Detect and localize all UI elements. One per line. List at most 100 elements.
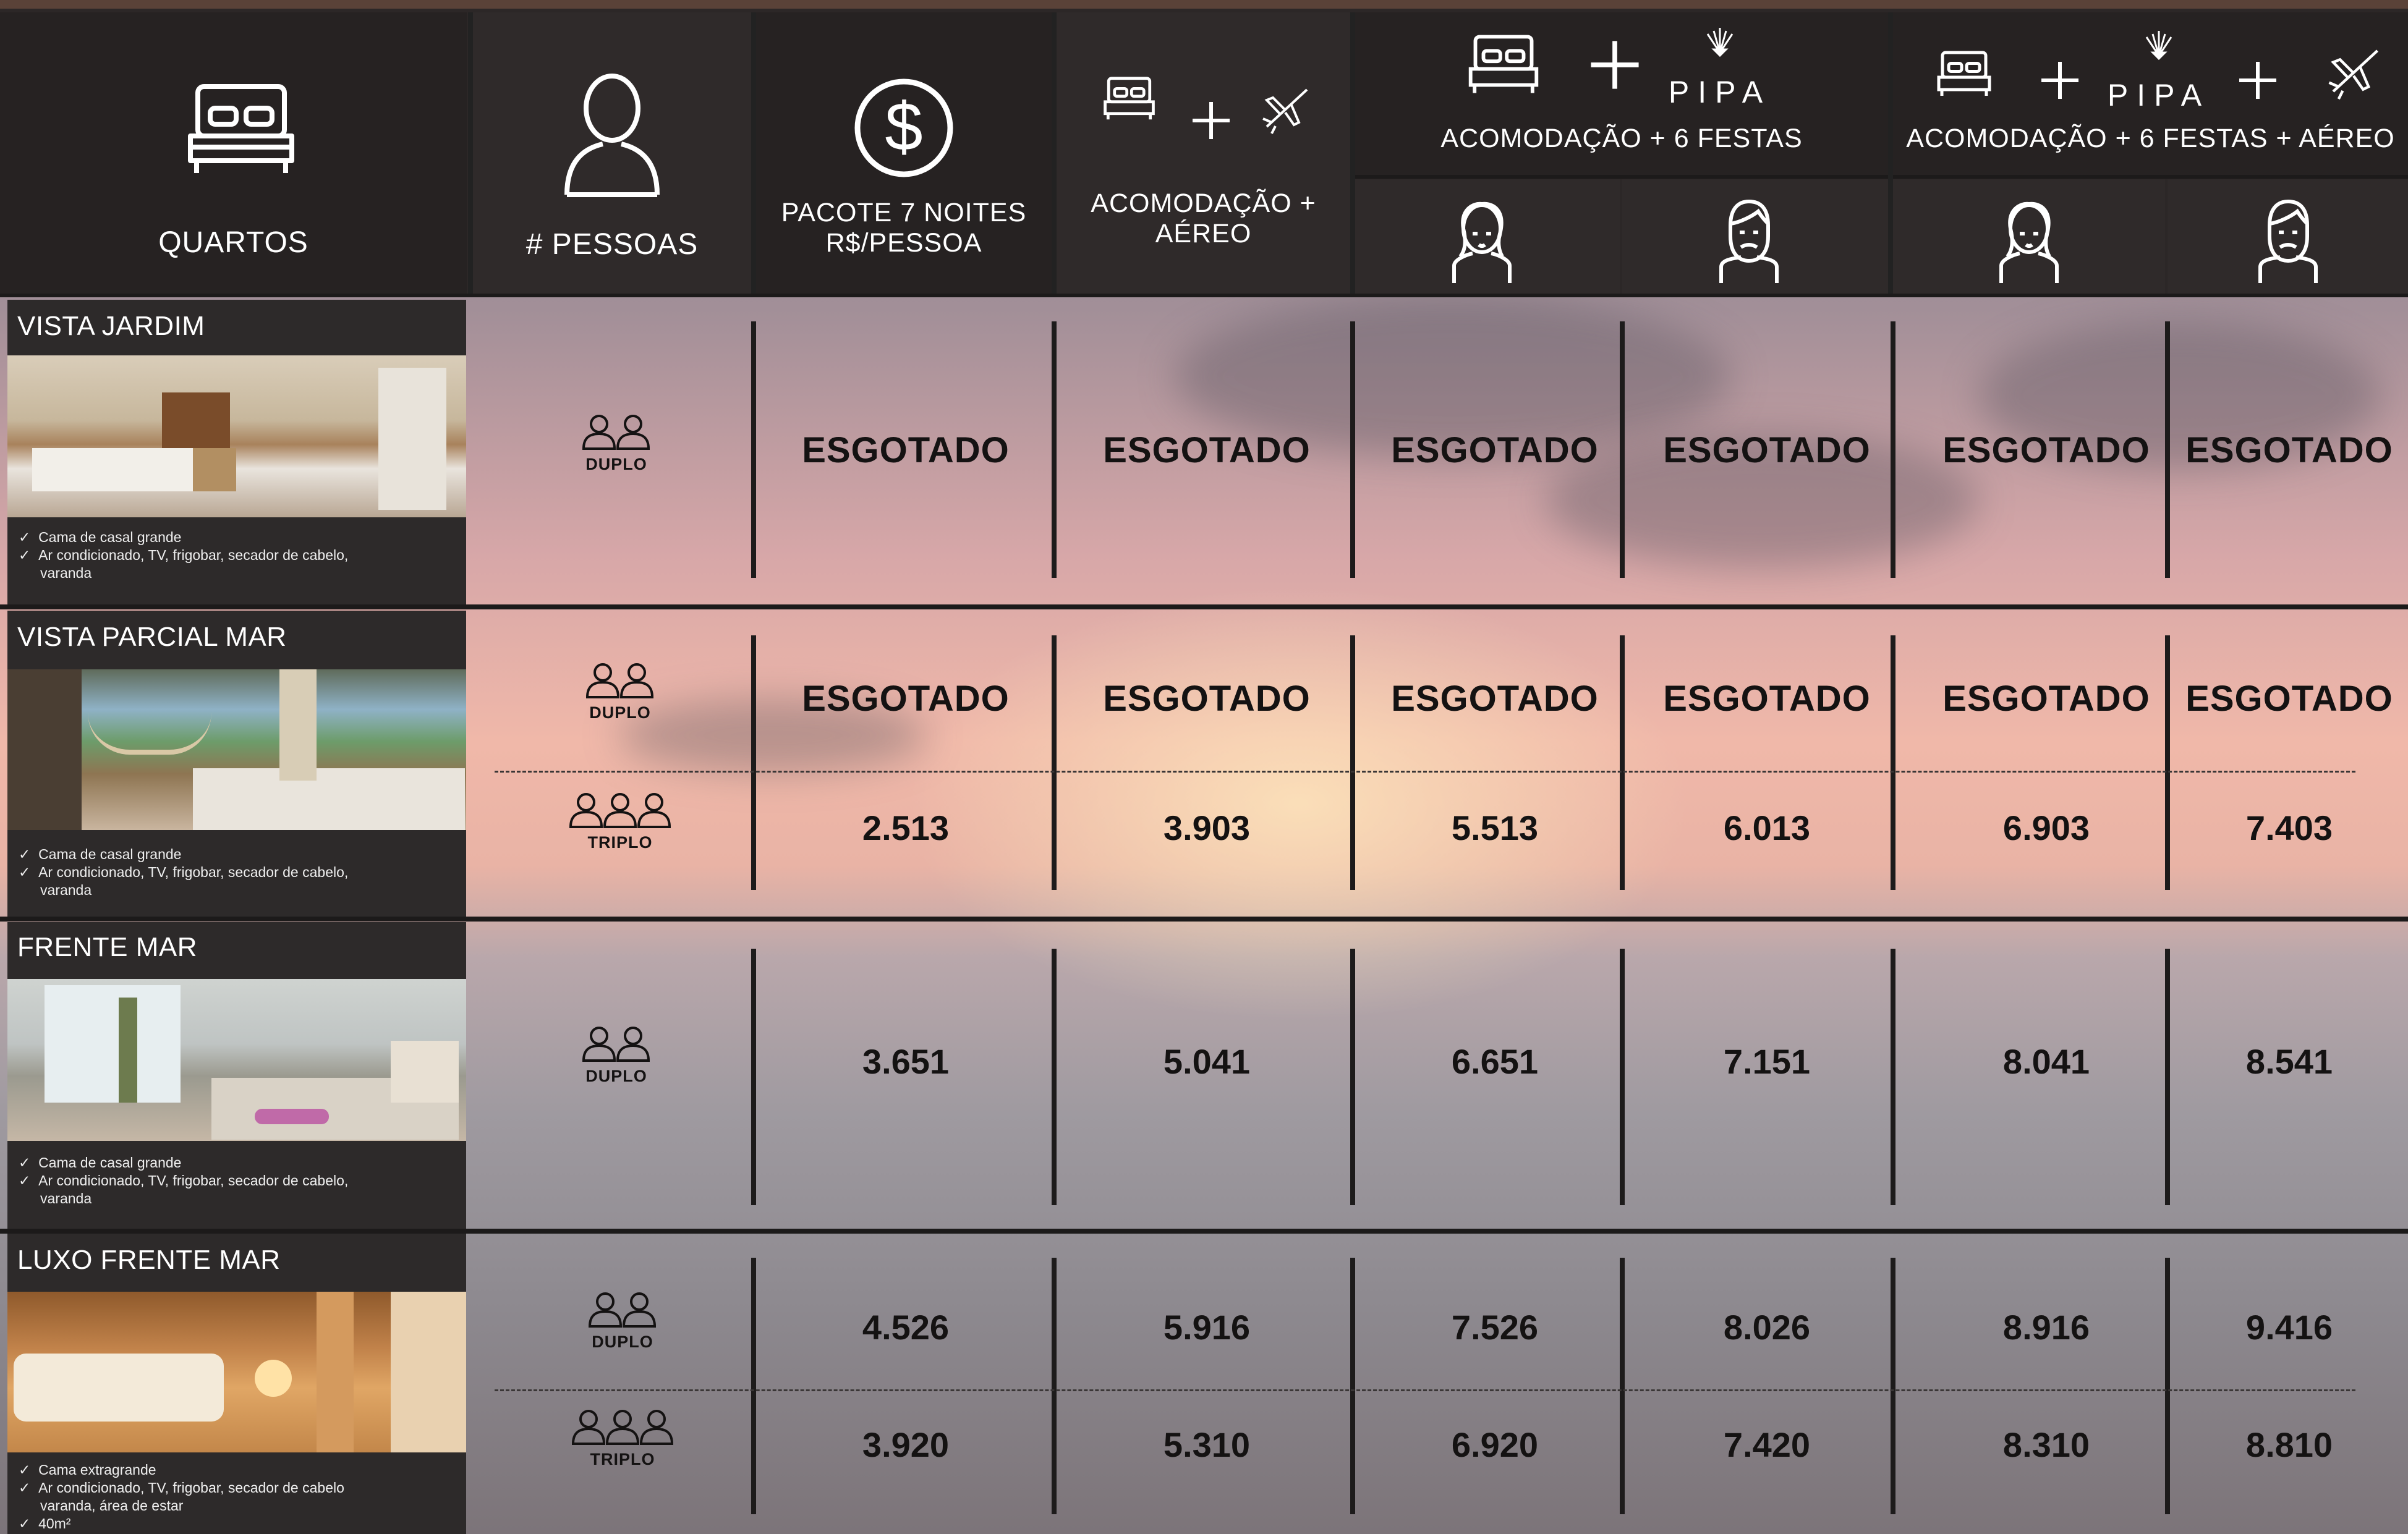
dashed-divider (495, 1389, 2355, 1391)
sold-out-label: ESGOTADO (802, 679, 1010, 719)
column-divider-line (1350, 949, 1355, 1205)
room-panel-frente-mar: FRENTE MAR ✓ Cama de casal grande ✓ Ar c… (7, 922, 466, 1229)
price-value: 8.541 (2245, 1042, 2333, 1081)
feature-item: ✓ Cama extragrande (19, 1462, 156, 1478)
feature-item: ✓ Ar condicionado, TV, frigobar, secador… (19, 1172, 349, 1189)
sold-out-label: ESGOTADO (1103, 679, 1311, 719)
price-value: 2.513 (862, 808, 950, 847)
room-panel-luxo-frente-mar: LUXO FRENTE MAR ✓ Cama extragrande ✓ Ar … (7, 1234, 466, 1534)
plane-icon (2320, 40, 2388, 102)
header-acom-festas-aereo-cell: PIPA ACOMODAÇÃO + 6 FESTAS + AÉREO (1893, 12, 2408, 179)
header-subdivider (1893, 175, 2408, 179)
sold-out-label: ESGOTADO (1391, 430, 1599, 470)
header-subdivider (1355, 175, 1888, 179)
header-pacote-line2: R$/PESSOA (825, 228, 982, 258)
feature-item: varanda (40, 565, 92, 581)
room-photo (7, 669, 466, 830)
sold-out-label: ESGOTADO (1103, 430, 1311, 470)
header-pessoas-cell: # PESSOAS (473, 12, 751, 294)
row-separator (0, 917, 2408, 922)
sold-out-label: ESGOTADO (2185, 430, 2393, 470)
header-man-cell (1622, 179, 1888, 294)
people-icon (569, 791, 671, 829)
pipa-logo-text: PIPA (2107, 78, 2211, 112)
column-divider-line (1620, 321, 1625, 578)
feature-item: ✓ Ar condicionado, TV, frigobar, secador… (19, 1480, 344, 1496)
header-acom-festas-aereo: ACOMODAÇÃO + 6 FESTAS + AÉREO (1906, 124, 2395, 153)
woman-icon (1995, 198, 2063, 284)
room-features: ✓ Cama de casal grande ✓ Ar condicionado… (19, 1154, 348, 1208)
price-value: 9.416 (2245, 1308, 2333, 1347)
column-divider-line (751, 321, 756, 578)
sold-out-label: ESGOTADO (1663, 679, 1871, 719)
plus-icon (1587, 37, 1643, 93)
header-acom-aereo: ACOMODAÇÃO + AÉREO (1057, 189, 1350, 250)
plus-icon (2236, 59, 2279, 102)
room-photo (7, 1292, 466, 1452)
feature-item: ✓ Cama de casal grande (19, 1155, 182, 1171)
occupancy-label: DUPLO (589, 703, 651, 722)
room-features: ✓ Cama de casal grande ✓ Ar condicionado… (19, 528, 348, 582)
occupancy-label: DUPLO (592, 1333, 653, 1351)
column-divider-line (751, 635, 756, 890)
sold-out-label: ESGOTADO (2185, 679, 2393, 719)
plane-icon (1254, 80, 1316, 136)
column-divider-line (1350, 1258, 1355, 1514)
sold-out-label: ESGOTADO (1942, 679, 2150, 719)
people-icon (589, 1290, 657, 1329)
header-pessoas: # PESSOAS (525, 228, 699, 261)
people-icon (586, 661, 654, 700)
price-value: 5.916 (1163, 1308, 1251, 1347)
price-value: 4.526 (862, 1308, 950, 1347)
header-pacote: PACOTE 7 NOITES R$/PESSOA (756, 198, 1052, 259)
bed-icon (1100, 71, 1159, 127)
price-value: 6.903 (2002, 808, 2090, 847)
dashed-divider (495, 771, 2355, 773)
column-divider-line (1891, 1258, 1895, 1514)
price-value: 3.651 (862, 1042, 950, 1081)
sold-out-label: ESGOTADO (1663, 430, 1871, 470)
people-icon (571, 1408, 674, 1446)
price-value: 6.013 (1723, 808, 1811, 847)
header-quartos-cell: QUARTOS (0, 12, 467, 294)
header-divider (1052, 12, 1057, 294)
header-divider (751, 12, 756, 294)
dollar-icon: $ (853, 77, 955, 179)
bed-icon (179, 74, 303, 185)
room-panel-vista-parcial-mar: VISTA PARCIAL MAR ✓ Cama de casal grande… (7, 611, 466, 917)
occupancy-label: TRIPLO (587, 833, 653, 852)
price-value: 3.920 (862, 1425, 950, 1464)
feature-item: ✓ 40m² (19, 1515, 71, 1532)
column-divider-line (1620, 1258, 1625, 1514)
header-acom-festas-cell: PIPA ACOMODAÇÃO + 6 FESTAS (1355, 12, 1888, 179)
column-divider-line (751, 949, 756, 1205)
price-value: 3.903 (1163, 808, 1251, 847)
header-woman-cell (1355, 179, 1620, 294)
feature-item: ✓ Ar condicionado, TV, frigobar, secador… (19, 547, 349, 563)
price-value: 8.916 (2002, 1308, 2090, 1347)
row-separator (0, 1229, 2408, 1234)
occupancy-label: TRIPLO (590, 1450, 655, 1468)
plus-icon (2038, 59, 2082, 102)
column-divider-line (1052, 635, 1057, 890)
header-divider (1350, 12, 1355, 294)
header-divider (468, 12, 473, 294)
top-border (0, 0, 2408, 9)
price-value: 8.810 (2245, 1425, 2333, 1464)
row-separator (0, 604, 2408, 609)
price-value: 5.310 (1163, 1425, 1251, 1464)
column-divider-line (2165, 635, 2170, 890)
price-value: 8.026 (1723, 1308, 1811, 1347)
header-woman-cell (1893, 179, 2165, 294)
sold-out-label: ESGOTADO (802, 430, 1010, 470)
room-photo (7, 355, 466, 517)
occupancy-label: DUPLO (585, 1067, 647, 1085)
room-title: LUXO FRENTE MAR (17, 1245, 281, 1275)
price-value: 7.403 (2245, 808, 2333, 847)
room-photo (7, 979, 466, 1141)
people-icon (582, 413, 650, 451)
price-value: 8.310 (2002, 1425, 2090, 1464)
column-divider-line (1052, 949, 1057, 1205)
header-acom-aereo-cell: ACOMODAÇÃO + AÉREO (1057, 12, 1350, 294)
column-divider-line (1891, 321, 1895, 578)
